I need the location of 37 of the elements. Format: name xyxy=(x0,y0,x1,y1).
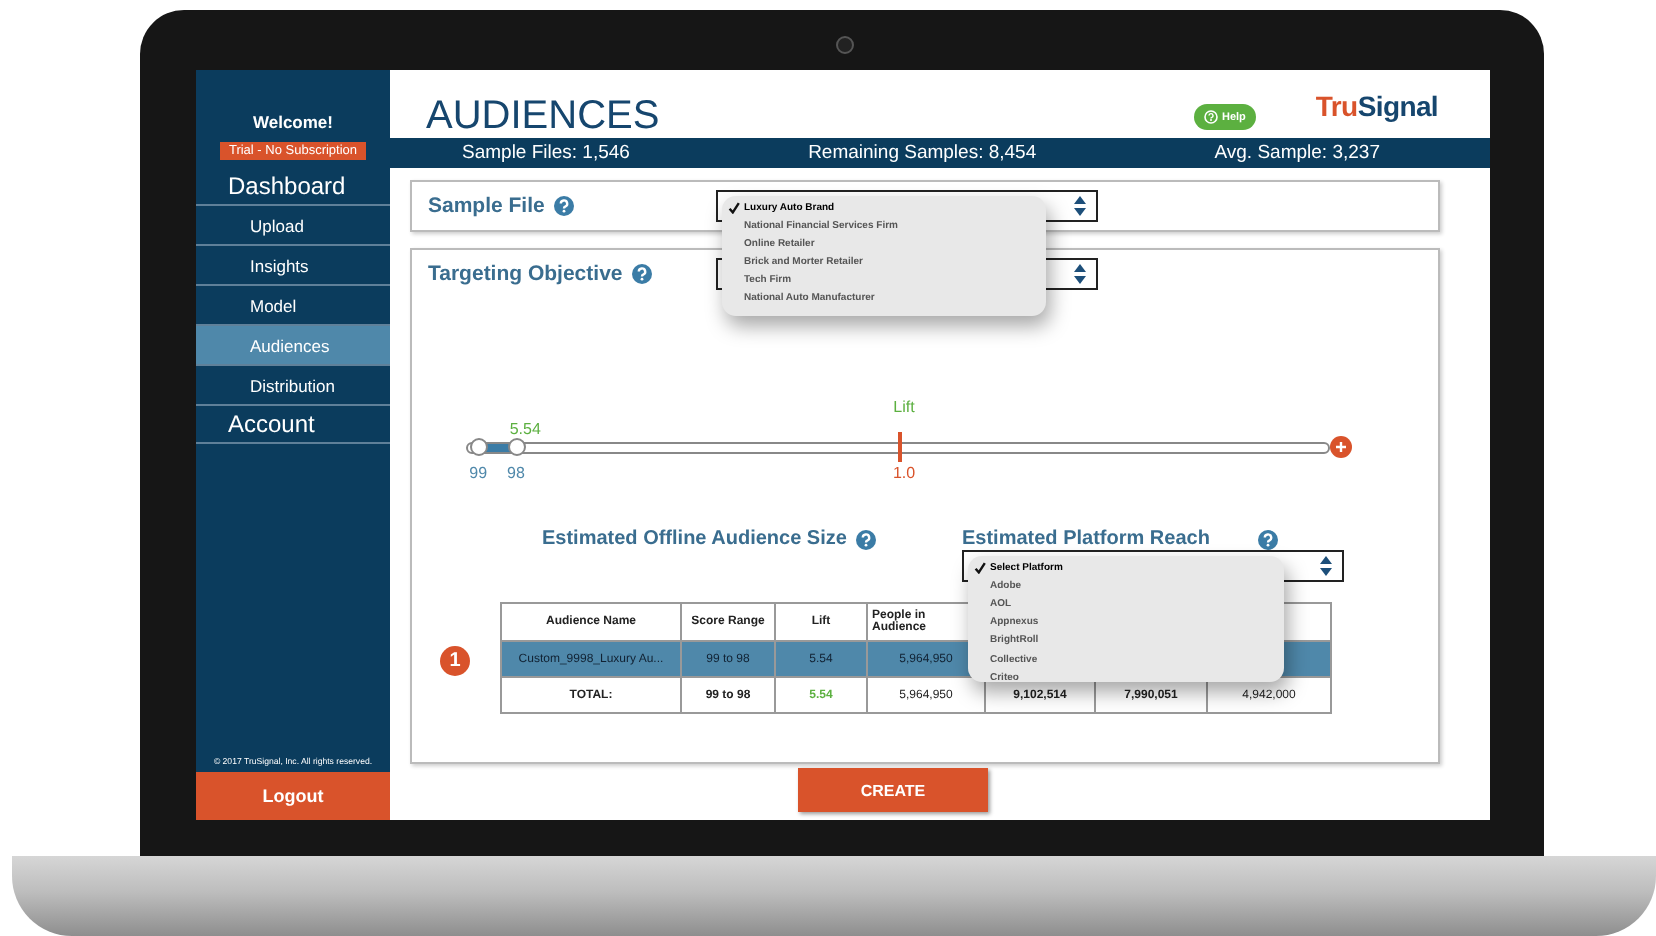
nav-item[interactable]: Account xyxy=(196,406,390,444)
check-icon xyxy=(974,561,986,574)
panel-label: Sample File xyxy=(428,194,545,218)
nav-item[interactable]: Audiences xyxy=(196,326,390,366)
page-title: AUDIENCES xyxy=(426,94,662,138)
row-number-badge: 1 xyxy=(440,646,470,676)
logo: TruSignal xyxy=(1315,90,1439,122)
stat-text: Sample Files: 1,546 xyxy=(462,142,630,164)
nav-item[interactable]: Distribution xyxy=(196,366,390,406)
slider-title: Lift xyxy=(893,398,915,416)
camera-icon xyxy=(836,36,854,54)
nav-item[interactable]: Dashboard xyxy=(196,168,390,206)
up-down-arrows-icon xyxy=(1074,264,1086,284)
thumb-value: 98 xyxy=(507,464,525,482)
logout-button[interactable]: Logout xyxy=(196,772,390,820)
up-down-arrows-icon xyxy=(1320,556,1332,576)
lift-value: 5.54 xyxy=(509,420,541,438)
panel-label: Targeting Objective xyxy=(428,262,623,286)
help-icon xyxy=(632,264,653,284)
slider-thumb[interactable] xyxy=(470,438,489,456)
thumb-value: 99 xyxy=(469,464,488,482)
help-icon xyxy=(554,196,575,216)
section-heading: Estimated Offline Audience Size xyxy=(542,528,847,550)
check-icon xyxy=(728,201,740,213)
nav-item[interactable]: Insights xyxy=(196,246,390,286)
stat-text: Avg. Sample: 3,237 xyxy=(1214,142,1380,164)
nav-item[interactable]: Upload xyxy=(196,206,390,246)
slider-thumb[interactable] xyxy=(507,438,526,456)
help-icon xyxy=(856,529,877,549)
plus-icon xyxy=(1330,436,1352,458)
up-down-arrows-icon xyxy=(1074,196,1086,216)
section-heading: Estimated Platform Reach xyxy=(962,528,1210,550)
welcome-text: Welcome! xyxy=(251,110,335,132)
create-button[interactable]: CREATE xyxy=(798,768,988,812)
marker-value: 1.0 xyxy=(892,464,916,482)
stat-text: Remaining Samples: 8,454 xyxy=(808,142,1037,164)
help-icon xyxy=(1204,110,1218,124)
